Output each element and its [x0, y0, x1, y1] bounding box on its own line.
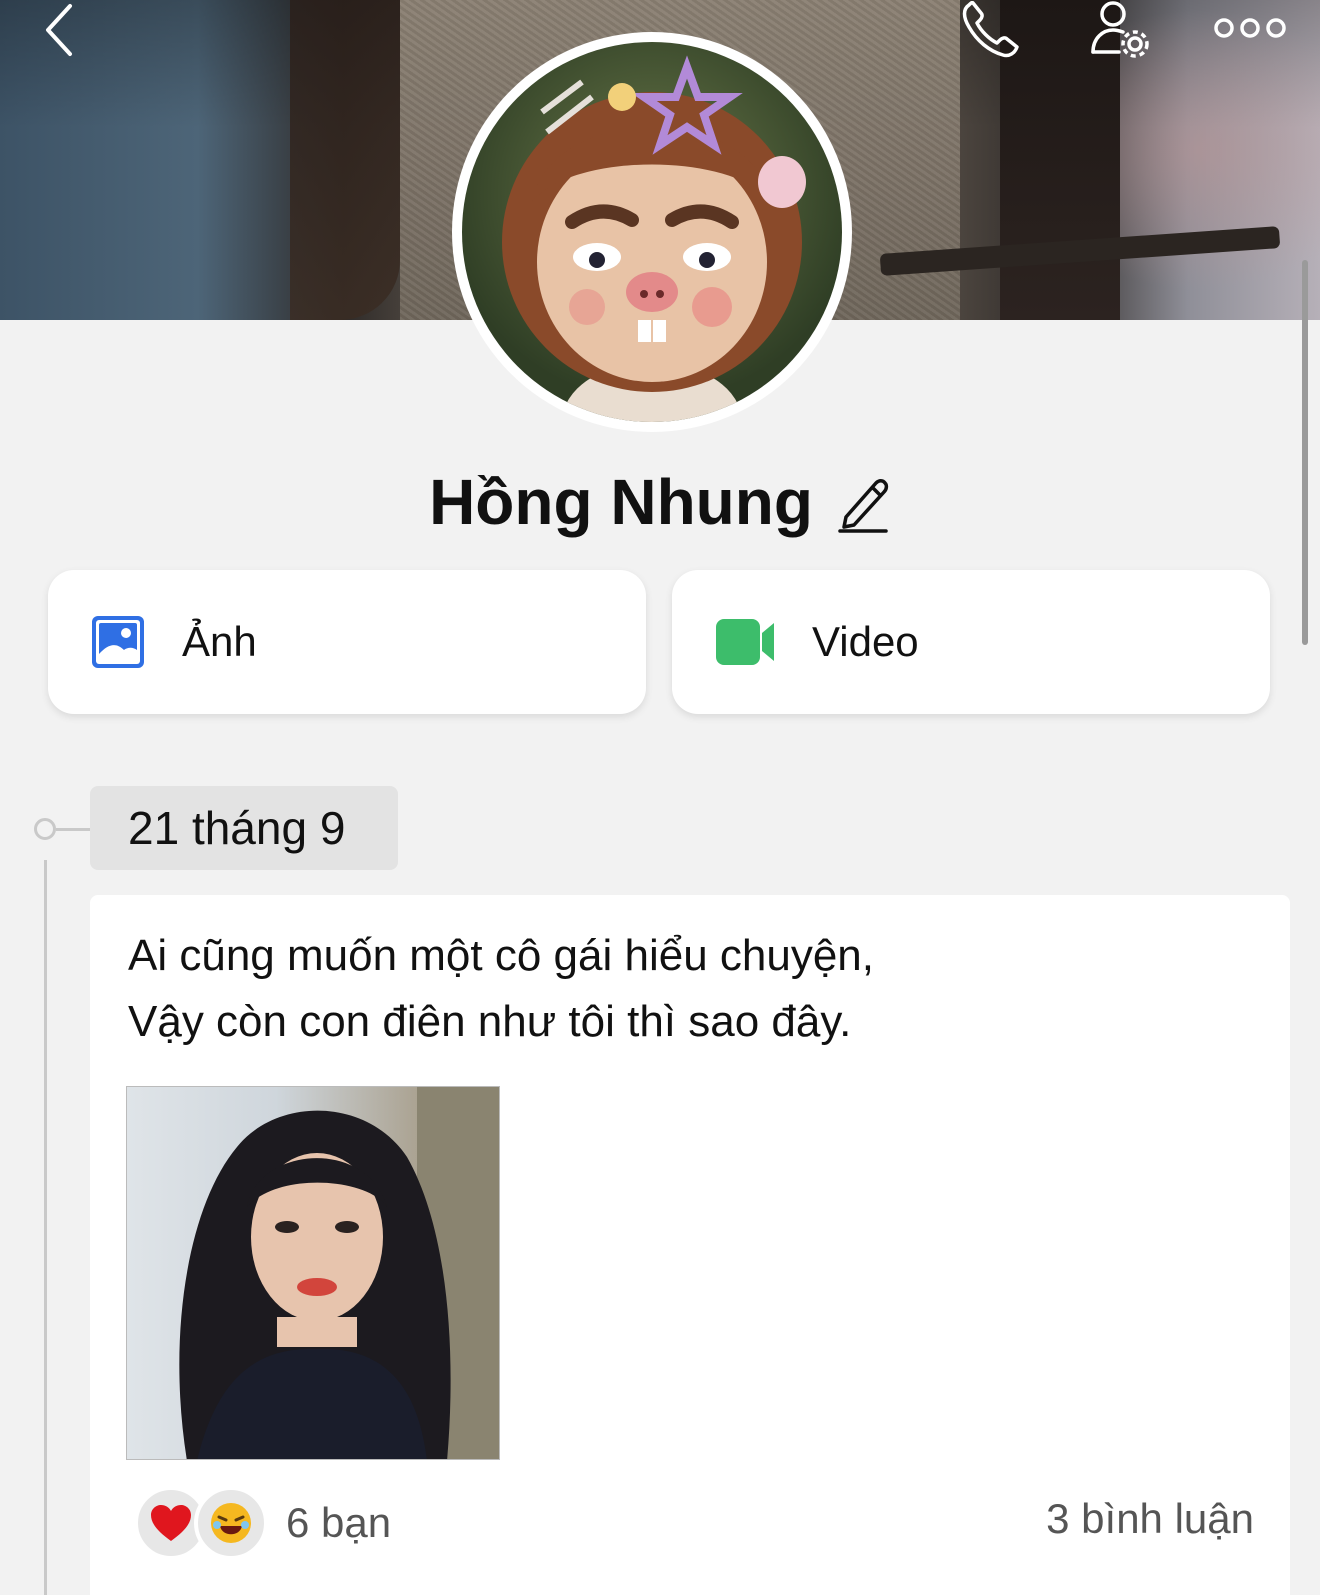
avatar-image [462, 42, 842, 422]
timeline-date: 21 tháng 9 [90, 786, 398, 870]
user-settings-icon [1091, 1, 1149, 58]
reaction-count: 6 bạn [286, 1499, 392, 1546]
post-text-line: Ai cũng muốn một cô gái hiểu chuyện, [128, 931, 875, 980]
more-dots-icon [1214, 17, 1286, 38]
profile-avatar[interactable] [452, 32, 852, 432]
reaction-summary[interactable]: 6 bạn [134, 1485, 391, 1561]
timeline-node [34, 818, 56, 840]
videos-label: Video [812, 618, 919, 665]
video-camera-icon [716, 619, 774, 665]
more-button[interactable] [1210, 5, 1290, 50]
doll-avatar-illustration [502, 55, 806, 422]
pencil-icon [838, 479, 889, 533]
scrollbar[interactable] [1302, 260, 1308, 645]
user-settings-button[interactable] [1085, 0, 1155, 62]
post-text: Ai cũng muốn một cô gái hiểu chuyện, Vậy… [128, 923, 874, 1055]
post-photo[interactable] [126, 1086, 500, 1460]
timeline-connector [56, 828, 92, 831]
cover-hair [290, 0, 400, 320]
comment-count[interactable]: 3 bình luận [1046, 1495, 1254, 1543]
profile-name: Hồng Nhung [429, 466, 813, 538]
chevron-left-icon [46, 4, 72, 56]
profile-name-row: Hồng Nhung [0, 465, 1320, 539]
edit-name-button[interactable] [835, 471, 891, 533]
photos-label: Ảnh [182, 618, 257, 665]
phone-icon [962, 1, 1019, 58]
laugh-reaction-icon [194, 1486, 268, 1560]
profile-page: Hồng Nhung Ảnh Video 21 tháng 9 Ai cũng … [0, 0, 1320, 1595]
timeline-line [44, 860, 47, 1595]
post-card[interactable]: Ai cũng muốn một cô gái hiểu chuyện, Vậy… [90, 895, 1290, 1595]
videos-button[interactable]: Video [672, 570, 1270, 714]
back-button[interactable] [30, 0, 90, 60]
post-text-line: Vậy còn con điên như tôi thì sao đây. [128, 997, 852, 1046]
call-button[interactable] [955, 0, 1025, 60]
image-icon [92, 616, 144, 668]
photos-button[interactable]: Ảnh [48, 570, 646, 714]
selfie-illustration [179, 1087, 499, 1459]
